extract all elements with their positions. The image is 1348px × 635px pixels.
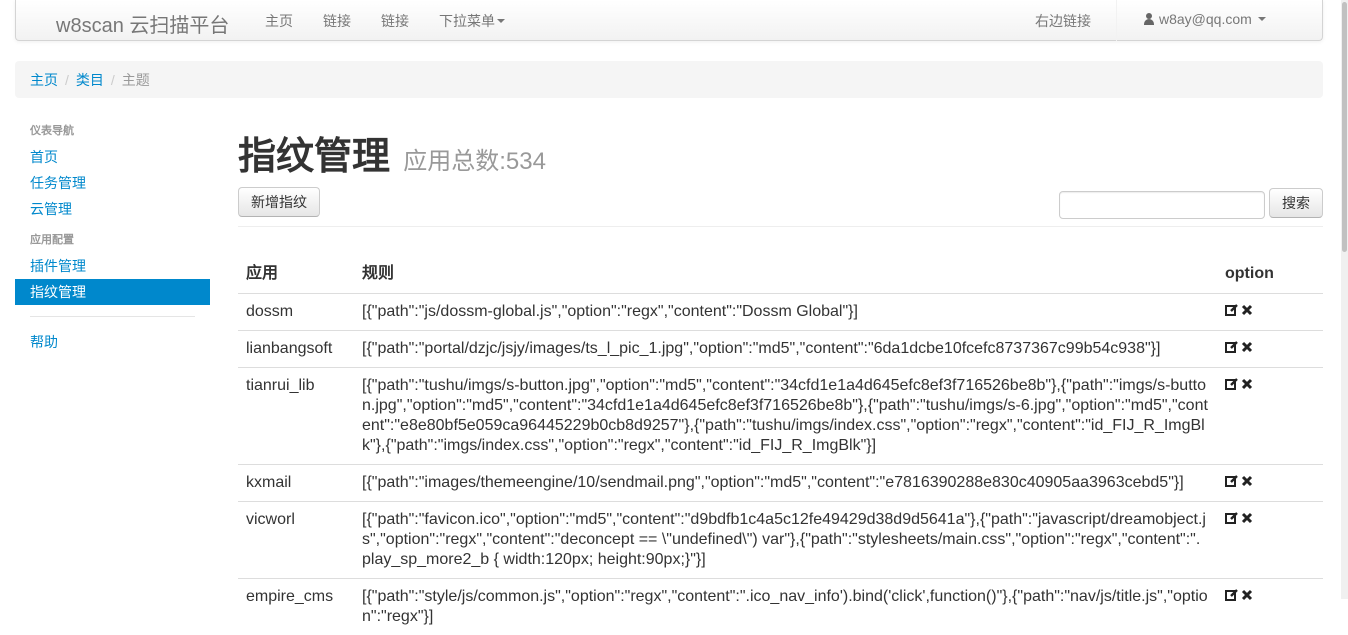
option-cell [1217, 502, 1323, 579]
sidebar-item-plugins[interactable]: 插件管理 [15, 253, 210, 279]
sidebar-item-fingerprints[interactable]: 指纹管理 [15, 279, 210, 305]
column-header-option: option [1217, 255, 1323, 294]
breadcrumb-current: 主题 [122, 72, 150, 88]
divider [238, 226, 1323, 227]
user-email: w8ay@qq.com [1159, 11, 1252, 27]
user-icon [1143, 13, 1155, 25]
edit-icon[interactable] [1225, 303, 1239, 317]
edit-icon[interactable] [1225, 474, 1239, 488]
option-cell [1217, 579, 1323, 635]
edit-icon[interactable] [1225, 340, 1239, 354]
app-name-cell: kxmail [238, 465, 354, 502]
table-row: dossm [{"path":"js/dossm-global.js","opt… [238, 294, 1323, 331]
delete-icon[interactable] [1240, 303, 1254, 317]
table-header-row: 应用 规则 option [238, 255, 1323, 294]
search-input[interactable] [1059, 191, 1265, 219]
app-name-cell: vicworl [238, 502, 354, 579]
delete-icon[interactable] [1240, 588, 1254, 602]
scrollbar-thumb[interactable] [1342, 2, 1347, 252]
option-cell [1217, 294, 1323, 331]
rule-cell: [{"path":"style/js/common.js","option":"… [354, 579, 1217, 635]
app-name-cell: empire_cms [238, 579, 354, 635]
nav-link-1[interactable]: 链接 [323, 11, 351, 31]
delete-icon[interactable] [1240, 340, 1254, 354]
search-button[interactable]: 搜索 [1269, 188, 1323, 218]
sidebar: 仪表导航 首页 任务管理 云管理 应用配置 插件管理 指纹管理 帮助 [15, 118, 210, 355]
rule-cell: [{"path":"js/dossm-global.js","option":"… [354, 294, 1217, 331]
sidebar-item-home[interactable]: 首页 [15, 144, 210, 170]
nav-divider [1116, 0, 1117, 41]
user-dropdown[interactable]: w8ay@qq.com [1143, 11, 1266, 27]
table-row: kxmail [{"path":"images/themeengine/10/s… [238, 465, 1323, 502]
column-header-rule: 规则 [354, 255, 1217, 294]
rule-cell: [{"path":"images/themeengine/10/sendmail… [354, 465, 1217, 502]
table-row: vicworl [{"path":"favicon.ico","option":… [238, 502, 1323, 579]
option-cell [1217, 465, 1323, 502]
edit-icon[interactable] [1225, 511, 1239, 525]
sidebar-item-cloud[interactable]: 云管理 [15, 196, 210, 222]
table-row: tianrui_lib [{"path":"tushu/imgs/s-butto… [238, 368, 1323, 465]
option-cell [1217, 331, 1323, 368]
breadcrumb: 主页/类目/主题 [15, 61, 1323, 98]
nav-right-link[interactable]: 右边链接 [1035, 11, 1091, 31]
page-title: 指纹管理 应用总数:534 [238, 130, 1323, 188]
main-content: 指纹管理 应用总数:534 新增指纹 搜索 应用 规则 option dossm… [238, 130, 1323, 188]
delete-icon[interactable] [1240, 377, 1254, 391]
breadcrumb-separator: / [58, 72, 76, 88]
brand-link[interactable]: w8scan 云扫描平台 [56, 9, 229, 38]
top-navbar: w8scan 云扫描平台 主页 链接 链接 下拉菜单 右边链接 w8ay@qq.… [15, 0, 1323, 41]
sidebar-item-help[interactable]: 帮助 [15, 329, 210, 355]
fingerprint-table: 应用 规则 option dossm [{"path":"js/dossm-gl… [238, 255, 1323, 635]
edit-icon[interactable] [1225, 377, 1239, 391]
column-header-app: 应用 [238, 255, 354, 294]
table-row: empire_cms [{"path":"style/js/common.js"… [238, 579, 1323, 635]
sidebar-item-tasks[interactable]: 任务管理 [15, 170, 210, 196]
breadcrumb-home[interactable]: 主页 [30, 72, 58, 88]
page-scrollbar[interactable] [1341, 0, 1348, 599]
sidebar-header-dashboard: 仪表导航 [15, 118, 210, 144]
sidebar-header-config: 应用配置 [15, 227, 210, 253]
nav-link-2[interactable]: 链接 [381, 11, 409, 31]
breadcrumb-category[interactable]: 类目 [76, 72, 104, 88]
delete-icon[interactable] [1240, 511, 1254, 525]
edit-icon[interactable] [1225, 588, 1239, 602]
rule-cell: [{"path":"portal/dzjc/jsjy/images/ts_l_p… [354, 331, 1217, 368]
app-name-cell: lianbangsoft [238, 331, 354, 368]
table-row: lianbangsoft [{"path":"portal/dzjc/jsjy/… [238, 331, 1323, 368]
page-title-text: 指纹管理 [238, 133, 390, 178]
delete-icon[interactable] [1240, 474, 1254, 488]
chevron-down-icon [1258, 17, 1266, 21]
app-count: 应用总数:534 [403, 148, 546, 175]
breadcrumb-separator: / [104, 72, 122, 88]
rule-cell: [{"path":"favicon.ico","option":"md5","c… [354, 502, 1217, 579]
sidebar-divider [30, 316, 195, 317]
add-fingerprint-button[interactable]: 新增指纹 [238, 187, 320, 217]
option-cell [1217, 368, 1323, 465]
nav-dropdown-label: 下拉菜单 [439, 13, 495, 29]
rule-cell: [{"path":"tushu/imgs/s-button.jpg","opti… [354, 368, 1217, 465]
chevron-down-icon [497, 19, 505, 23]
nav-link-home[interactable]: 主页 [265, 11, 293, 31]
app-name-cell: tianrui_lib [238, 368, 354, 465]
app-name-cell: dossm [238, 294, 354, 331]
nav-dropdown[interactable]: 下拉菜单 [439, 11, 505, 31]
